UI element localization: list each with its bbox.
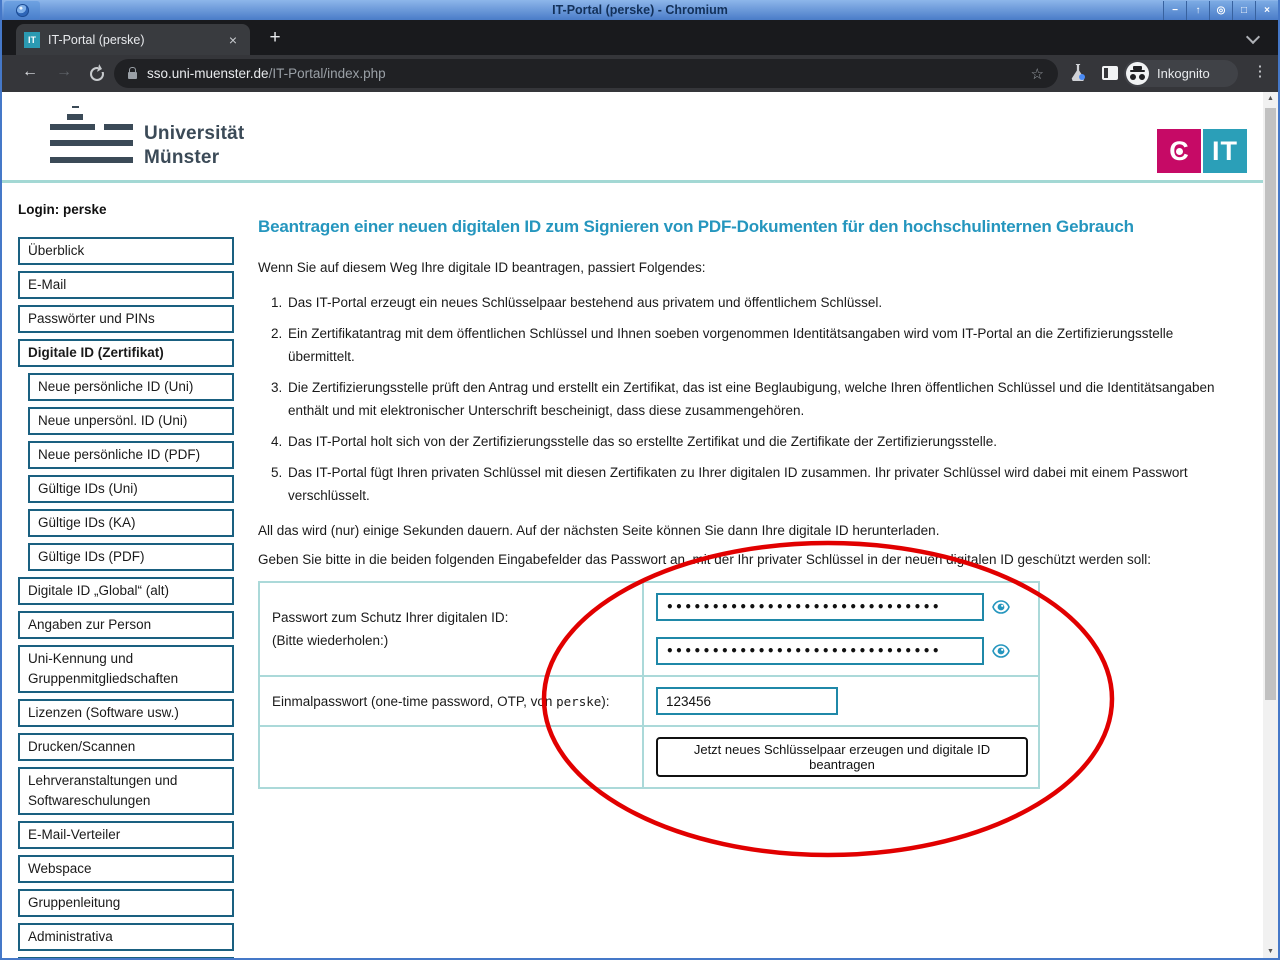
lock-icon[interactable] (128, 72, 137, 79)
password-label-cell: Passwort zum Schutz Ihrer digitalen ID: … (259, 582, 643, 676)
otp-input[interactable] (656, 687, 838, 715)
close-button[interactable]: × (1255, 1, 1278, 20)
pin-button[interactable]: ◎ (1209, 1, 1232, 20)
flask-extension-icon[interactable] (1071, 64, 1085, 81)
sidebar-nav: Überblick E-Mail Passwörter und PINs Digita… (18, 237, 234, 958)
otp-row: Einmalpasswort (one-time password, OTP, … (259, 676, 1039, 726)
certificate-form: Passwort zum Schutz Ihrer digitalen ID: … (258, 581, 1040, 789)
scroll-up-icon[interactable]: ▲ (1263, 95, 1278, 102)
sidebar-item[interactable]: Gültige IDs (Uni) (28, 475, 234, 503)
otp-field-cell (643, 676, 1039, 726)
sidebar-item[interactable]: Lizenzen (Software usw.) (18, 699, 234, 727)
sidebar-item[interactable]: E-Mail-Verteiler (18, 821, 234, 849)
show-password-repeat-icon[interactable] (992, 644, 1010, 658)
maximize-button[interactable]: □ (1232, 1, 1255, 20)
window-titlebar: IT-Portal (perske) - Chromium − ↑ ◎ □ × (2, 0, 1278, 20)
otp-label: Einmalpasswort (one-time password, OTP, … (272, 694, 556, 709)
incognito-label: Inkognito (1157, 66, 1210, 81)
scroll-down-icon[interactable]: ▼ (1263, 948, 1278, 955)
tab-list-chevron-icon[interactable] (1246, 30, 1260, 44)
sidebar-item[interactable]: Administrativa (18, 923, 234, 951)
cit-it-icon: IT (1203, 129, 1247, 173)
sidebar-item[interactable]: Digitale ID „Global“ (alt) (18, 577, 234, 605)
cit-c-icon: C (1157, 129, 1201, 173)
password-row: Passwort zum Schutz Ihrer digitalen ID: … (259, 582, 1039, 676)
main-content: Beantragen einer neuen digitalen ID zum … (258, 198, 1227, 789)
sidebar-item[interactable]: Digitale ID (Zertifikat) (18, 339, 234, 367)
sidebar-item[interactable]: Angaben zur Person (18, 611, 234, 639)
sidebar-item[interactable]: Gültige IDs (PDF) (28, 543, 234, 571)
incognito-badge: Inkognito (1124, 60, 1238, 87)
browser-window: IT-Portal (perske) - Chromium − ↑ ◎ □ × … (0, 0, 1280, 960)
login-label: Login: perske (18, 202, 234, 217)
steps-list: Das IT-Portal erzeugt ein neues Schlüsse… (258, 291, 1227, 507)
incognito-icon (1126, 62, 1149, 85)
step-item: Das IT-Portal holt sich von der Zertifiz… (286, 430, 1227, 453)
otp-user: perske (556, 694, 601, 709)
minimize-button[interactable]: − (1163, 1, 1186, 20)
duration-paragraph: All das wird (nur) einige Sekunden dauer… (258, 519, 1227, 542)
page-content: Universität Münster C IT Login: perske Ü… (2, 92, 1263, 958)
window-title: IT-Portal (perske) - Chromium (2, 0, 1278, 20)
step-item: Das IT-Portal fügt Ihren privaten Schlüs… (286, 461, 1227, 507)
password-input[interactable] (656, 593, 984, 621)
intro-paragraph: Wenn Sie auf diesem Weg Ihre digitale ID… (258, 256, 1227, 279)
step-item: Die Zertifizierungsstelle prüft den Antr… (286, 376, 1227, 422)
sidebar-item[interactable]: Überblick (18, 237, 234, 265)
step-item: Ein Zertifikatantrag mit dem öffentliche… (286, 322, 1227, 368)
sidebar-item[interactable]: Neue persönliche ID (Uni) (28, 373, 234, 401)
sidebar-item[interactable]: Neue persönliche ID (PDF) (28, 441, 234, 469)
back-button[interactable]: ← (16, 63, 44, 81)
sidebar-item[interactable]: E-Mail (18, 271, 234, 299)
scrollbar-thumb[interactable] (1265, 108, 1276, 700)
sidebar-item[interactable]: Neue unpersönl. ID (Uni) (28, 407, 234, 435)
bookmark-star-icon[interactable]: ☆ (1031, 65, 1044, 83)
prompt-paragraph: Geben Sie bitte in die beiden folgenden … (258, 548, 1227, 571)
university-name: Universität Münster (144, 122, 244, 169)
sidebar-item[interactable]: Passwörter und PINs (18, 305, 234, 333)
page-header: Universität Münster C IT (2, 92, 1263, 183)
otp-label-cell: Einmalpasswort (one-time password, OTP, … (259, 676, 643, 726)
password-field-cell (643, 582, 1039, 676)
url-host: sso.uni-muenster.de (147, 66, 269, 81)
sidebar: Login: perske Überblick E-Mail Passwörter … (18, 202, 234, 958)
browser-menu-icon[interactable]: ⋮ (1250, 62, 1270, 80)
forward-button[interactable]: → (50, 63, 78, 81)
page-scrollbar[interactable]: ▲ ▼ (1263, 92, 1278, 958)
tab-favicon: IT (24, 32, 40, 48)
sidebar-item[interactable]: Drucken/Scannen (18, 733, 234, 761)
sidebar-item[interactable]: Webspace (18, 855, 234, 883)
sidebar-item[interactable]: Uni-Kennung und Gruppenmitgliedschaften (18, 645, 234, 693)
submit-button[interactable]: Jetzt neues Schlüsselpaar erzeugen und d… (656, 737, 1028, 777)
university-logo[interactable]: Universität Münster (48, 100, 308, 172)
password-label: Passwort zum Schutz Ihrer digitalen ID: (272, 606, 632, 629)
cit-logo[interactable]: C IT (1157, 129, 1247, 173)
window-controls: − ↑ ◎ □ × (1163, 0, 1278, 20)
sidebar-item[interactable]: Lehrveranstaltungen und Softwareschulung… (18, 767, 234, 815)
side-panel-icon[interactable] (1102, 66, 1118, 80)
reload-button[interactable] (90, 67, 104, 81)
step-item: Das IT-Portal erzeugt ein neues Schlüsse… (286, 291, 1227, 314)
sidebar-item[interactable]: Gruppenleitung (18, 889, 234, 917)
show-password-icon[interactable] (992, 600, 1010, 614)
tab-title: IT-Portal (perske) (48, 33, 224, 47)
tab-it-portal[interactable]: IT IT-Portal (perske) × (16, 24, 250, 55)
tab-strip: IT IT-Portal (perske) × + (2, 20, 1278, 55)
shade-button[interactable]: ↑ (1186, 1, 1209, 20)
sidebar-item[interactable]: Alle Daten (18, 957, 234, 958)
tab-close-icon[interactable]: × (224, 32, 242, 48)
submit-cell: Jetzt neues Schlüsselpaar erzeugen und d… (643, 726, 1039, 788)
password-repeat-input[interactable] (656, 637, 984, 665)
otp-label-suffix: ): (601, 694, 609, 709)
sidebar-item[interactable]: Gültige IDs (KA) (28, 509, 234, 537)
new-tab-button[interactable]: + (262, 25, 288, 50)
browser-toolbar: ← → sso.uni-muenster.de /IT-Portal/index… (2, 55, 1278, 92)
url-path: /IT-Portal/index.php (269, 66, 386, 81)
submit-row: Jetzt neues Schlüsselpaar erzeugen und d… (259, 726, 1039, 788)
password-repeat-label: (Bitte wiederholen:) (272, 629, 632, 652)
address-bar[interactable]: sso.uni-muenster.de /IT-Portal/index.php… (114, 59, 1058, 88)
page-title: Beantragen einer neuen digitalen ID zum … (258, 216, 1227, 238)
